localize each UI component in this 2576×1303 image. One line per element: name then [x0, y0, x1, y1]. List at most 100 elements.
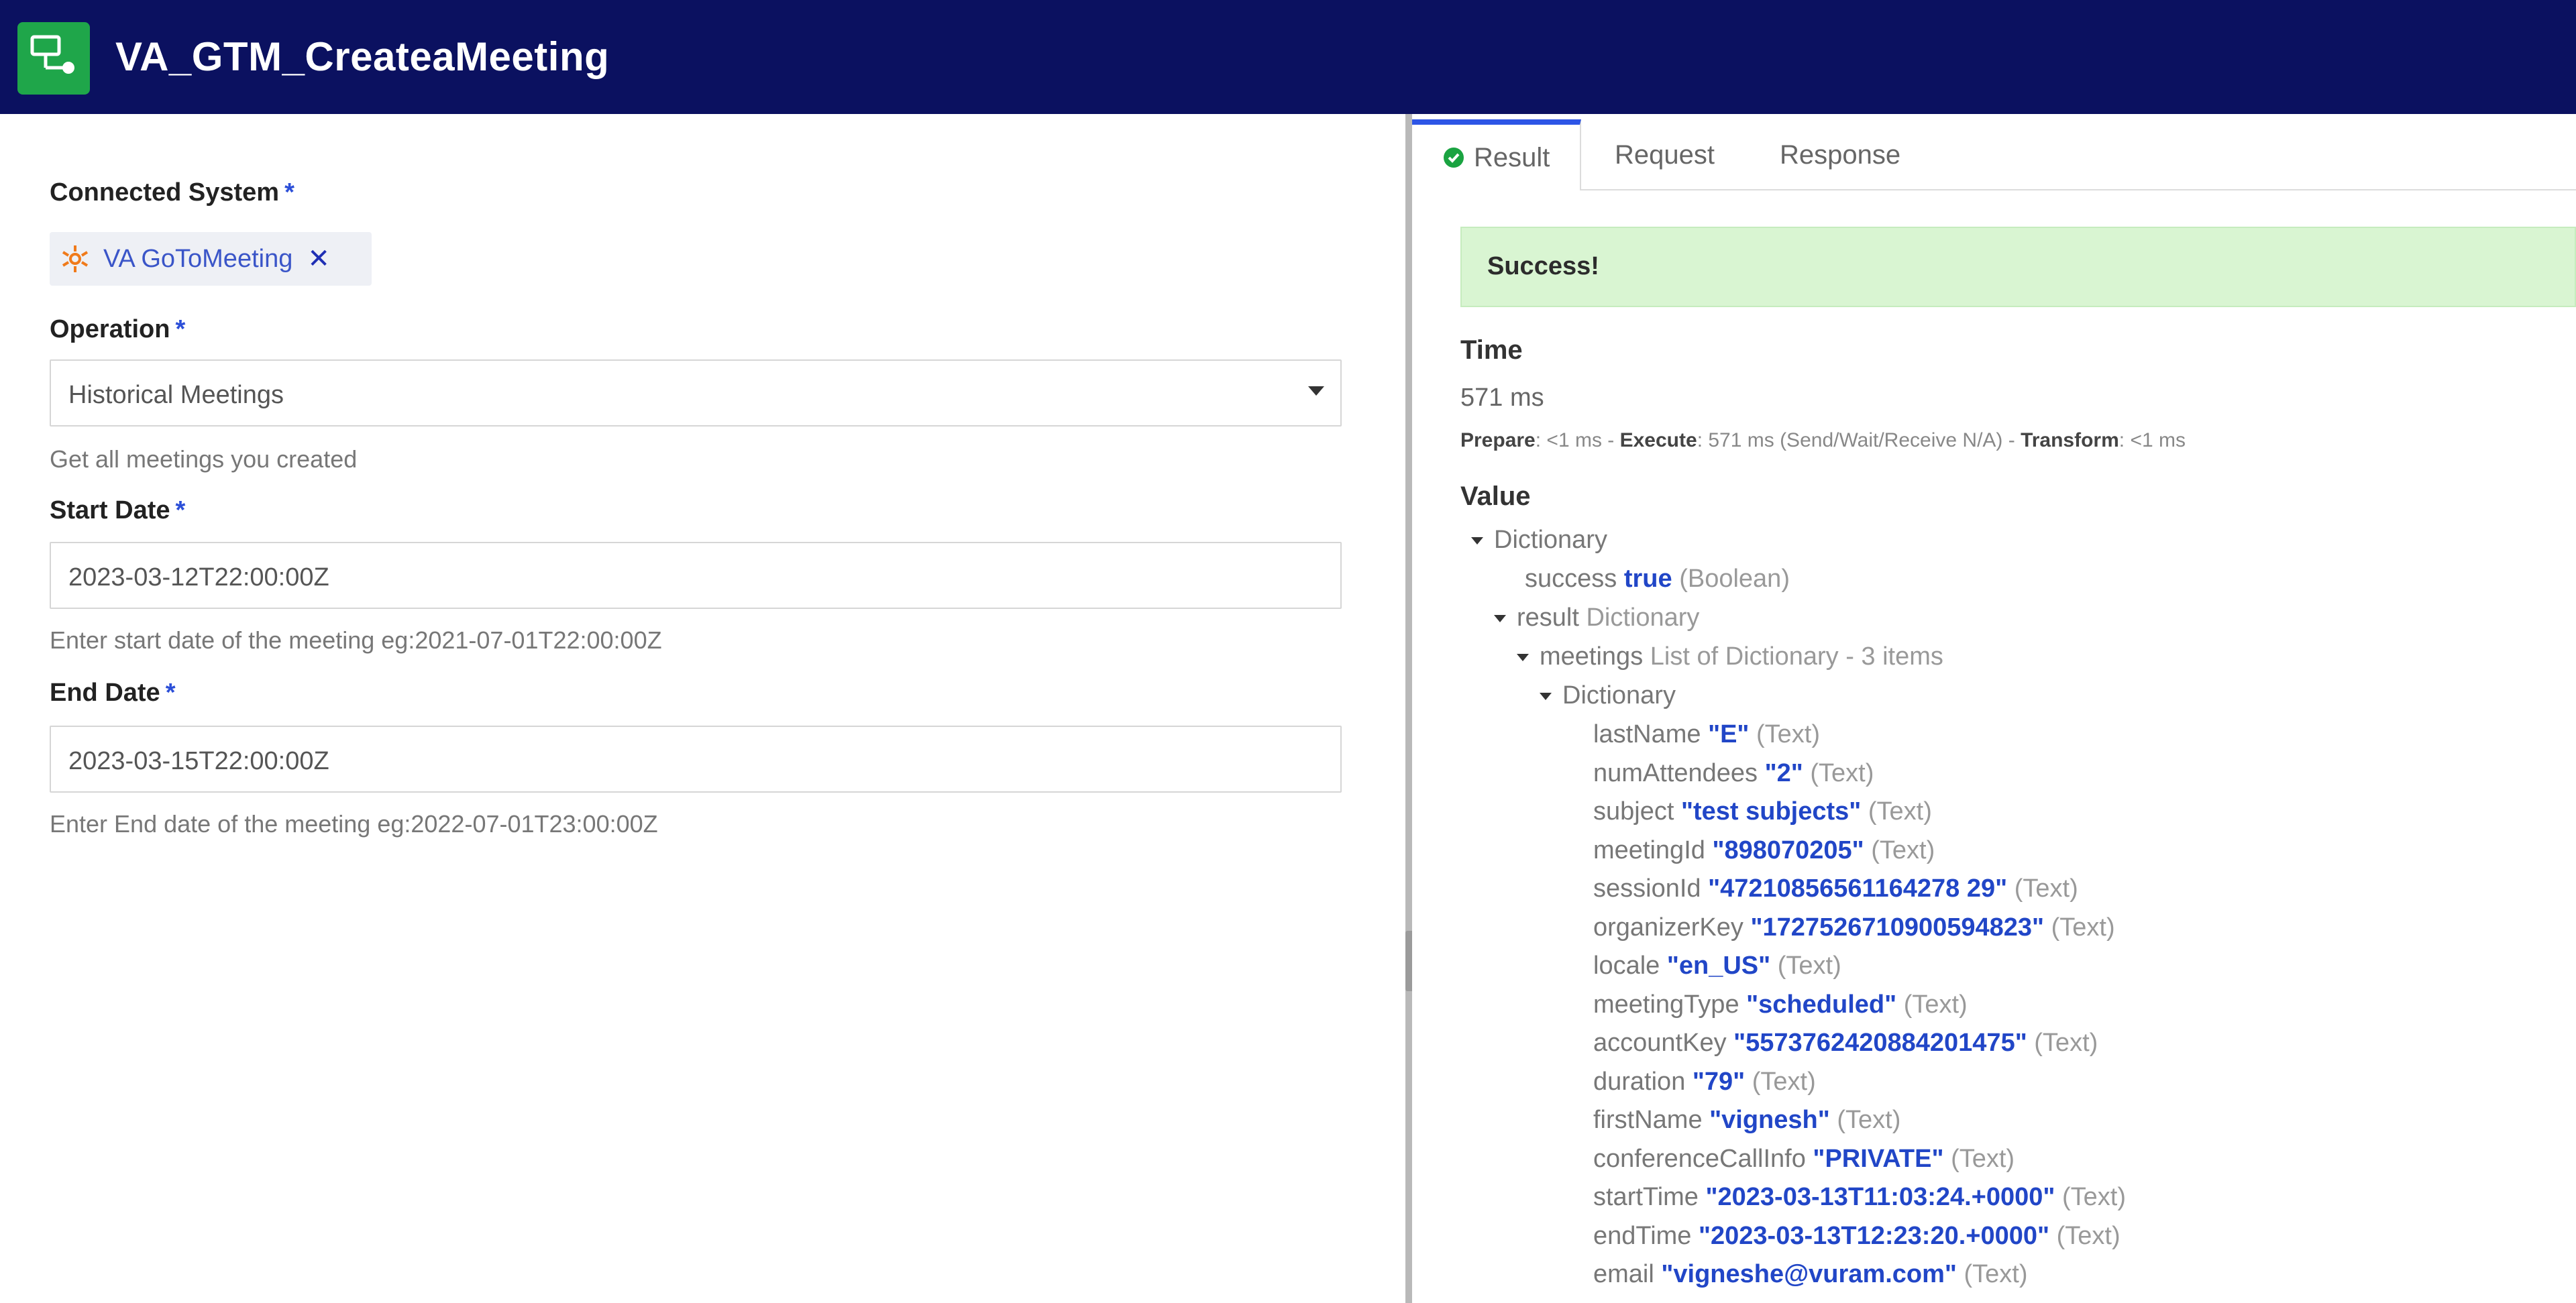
tree-value: "2": [1764, 758, 1803, 787]
tree-type: (Boolean): [1679, 565, 1790, 593]
operation-label-text: Operation: [50, 315, 170, 343]
tree-key: numAttendees: [1593, 758, 1758, 787]
execute-value: : 571 ms (Send/Wait/Receive N/A) -: [1697, 429, 2021, 451]
tree-key: meetings: [1540, 642, 1644, 671]
caret-down-icon[interactable]: [1494, 615, 1506, 623]
end-date-input[interactable]: 2023-03-15T22:00:00Z: [50, 726, 1342, 793]
tree-type: (Text): [1752, 1067, 1816, 1096]
tree-type: (Text): [2056, 1221, 2121, 1250]
success-message: Success!: [1487, 252, 1599, 280]
tree-key: success: [1525, 565, 1617, 593]
tree-type: Dictionary: [1586, 604, 1700, 632]
caret-down-icon[interactable]: [1517, 654, 1529, 662]
tree-key: endTime: [1593, 1221, 1692, 1250]
panel-divider[interactable]: [1405, 114, 1412, 1303]
integration-icon: [17, 22, 90, 95]
execute-label: Execute: [1619, 429, 1697, 451]
tree-root-label: Dictionary: [1494, 526, 1607, 554]
end-date-help-text: Enter End date of the meeting eg:2022-07…: [50, 810, 658, 838]
tab-request-label: Request: [1615, 139, 1715, 170]
start-date-label: Start Date *: [50, 496, 185, 525]
tree-type: (Text): [1756, 720, 1821, 748]
tree-value: "vignesh": [1709, 1106, 1830, 1134]
time-value: 571 ms: [1460, 384, 1544, 412]
connected-system-chip-label[interactable]: VA GoToMeeting: [103, 245, 292, 274]
tree-value: "en_US": [1666, 952, 1771, 980]
operation-help-text: Get all meetings you created: [50, 445, 358, 473]
end-date-value: 2023-03-15T22:00:00Z: [68, 747, 329, 775]
tree-meetings-node[interactable]: meetings List of Dictionary - 3 items: [1517, 642, 1943, 671]
tree-value: "47210856561164278 29": [1708, 874, 2008, 903]
tree-value: "PRIVATE": [1813, 1144, 1944, 1173]
tree-type: (Text): [1837, 1106, 1901, 1134]
tree-value: "79": [1692, 1067, 1746, 1096]
app-header: VA_GTM_CreateaMeeting: [0, 0, 2576, 114]
value-label: Value: [1460, 481, 1531, 511]
tree-key: organizerKey: [1593, 913, 1743, 942]
prepare-value: : <1 ms -: [1535, 429, 1620, 451]
tree-field-row: firstName "vignesh" (Text): [1593, 1106, 1900, 1135]
tree-value: "2023-03-13T11:03:24.+0000": [1705, 1183, 2055, 1211]
caret-down-icon[interactable]: [1471, 537, 1483, 545]
tree-key: firstName: [1593, 1106, 1703, 1134]
tree-value: "E": [1708, 720, 1750, 748]
tree-type: (Text): [2051, 913, 2115, 942]
tab-result[interactable]: Result: [1412, 119, 1581, 190]
end-date-label: End Date *: [50, 679, 176, 707]
connected-system-icon: [62, 245, 89, 272]
tree-item-label: Dictionary: [1562, 681, 1676, 710]
tree-key: duration: [1593, 1067, 1686, 1096]
tree-key: meetingId: [1593, 836, 1705, 864]
tree-field-row: subject "test subjects" (Text): [1593, 797, 1932, 826]
tree-key: email: [1593, 1260, 1654, 1288]
tree-result-node[interactable]: result Dictionary: [1494, 604, 1699, 632]
start-date-input[interactable]: 2023-03-12T22:00:00Z: [50, 542, 1342, 609]
tree-field-row: duration "79" (Text): [1593, 1068, 1816, 1096]
connected-system-label: Connected System *: [50, 178, 294, 207]
start-date-value: 2023-03-12T22:00:00Z: [68, 563, 329, 591]
tree-root-node[interactable]: Dictionary: [1471, 526, 1607, 555]
time-label: Time: [1460, 335, 1523, 365]
tree-type: (Text): [1810, 758, 1874, 787]
tree-key: meetingType: [1593, 990, 1739, 1019]
tree-field-row: accountKey "5573762420884201475" (Text): [1593, 1029, 2098, 1058]
prepare-label: Prepare: [1460, 429, 1536, 451]
results-panel: Result Request Response Success! Time 57…: [1412, 114, 2576, 1303]
connected-system-chip[interactable]: VA GoToMeeting ✕: [50, 232, 372, 286]
tree-field-row: sessionId "47210856561164278 29" (Text): [1593, 874, 2078, 903]
caret-down-icon[interactable]: [1540, 693, 1552, 701]
tree-type: (Text): [2014, 874, 2078, 903]
transform-label: Transform: [2021, 429, 2119, 451]
tab-response-label: Response: [1780, 139, 1901, 170]
start-date-help-text: Enter start date of the meeting eg:2021-…: [50, 626, 662, 654]
tree-field-row: endTime "2023-03-13T12:23:20.+0000" (Tex…: [1593, 1222, 2121, 1251]
tree-field-row: email "vigneshe@vuram.com" (Text): [1593, 1260, 2028, 1289]
configuration-panel: Connected System * VA GoToMeeting ✕ Opera…: [0, 114, 1405, 1303]
tree-field-row: lastName "E" (Text): [1593, 720, 1820, 749]
start-date-label-text: Start Date: [50, 496, 170, 524]
check-circle-icon: [1444, 148, 1464, 168]
operation-select[interactable]: Historical Meetings: [50, 359, 1342, 427]
tree-key: startTime: [1593, 1183, 1699, 1211]
tree-value: "test subjects": [1680, 797, 1862, 826]
chevron-down-icon[interactable]: [1308, 386, 1324, 396]
tab-response[interactable]: Response: [1780, 119, 1900, 190]
tree-value: true: [1623, 565, 1672, 593]
tree-field-row: locale "en_US" (Text): [1593, 952, 1841, 980]
transform-value: : <1 ms: [2118, 429, 2186, 451]
tree-key: subject: [1593, 797, 1674, 826]
tree-value: "5573762420884201475": [1733, 1029, 2027, 1057]
operation-label: Operation *: [50, 315, 185, 344]
tree-type: (Text): [1903, 990, 1968, 1019]
tree-value: "scheduled": [1746, 990, 1897, 1019]
tree-success-node: success true (Boolean): [1525, 565, 1790, 593]
results-tabs: Result Request Response: [1412, 119, 2576, 190]
required-mark: *: [284, 178, 294, 207]
tab-request[interactable]: Request: [1615, 119, 1715, 190]
success-banner: Success!: [1460, 227, 2576, 307]
tree-field-row: organizerKey "1727526710900594823" (Text…: [1593, 913, 2115, 942]
tree-type: (Text): [2034, 1029, 2098, 1057]
tree-type: (Text): [2062, 1183, 2126, 1211]
tree-item-node[interactable]: Dictionary: [1540, 681, 1676, 710]
remove-chip-icon[interactable]: ✕: [307, 243, 330, 274]
